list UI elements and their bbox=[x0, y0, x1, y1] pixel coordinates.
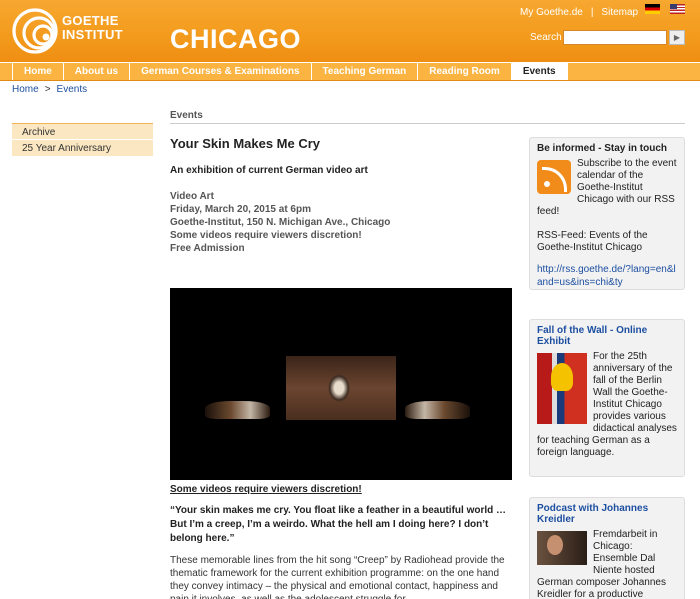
event-subtitle: An exhibition of current German video ar… bbox=[170, 165, 368, 176]
search-input[interactable] bbox=[563, 30, 667, 45]
my-goethe-link[interactable]: My Goethe.de bbox=[520, 7, 583, 18]
divider bbox=[170, 123, 685, 124]
event-category: Video Art bbox=[170, 191, 214, 202]
nav-reading-room[interactable]: Reading Room bbox=[418, 63, 512, 80]
rss-icon[interactable] bbox=[537, 160, 571, 194]
sidebar-item-25-year-anniversary[interactable]: 25 Year Anniversary bbox=[12, 140, 153, 157]
breadcrumb-home[interactable]: Home bbox=[12, 84, 39, 95]
nav-german-courses[interactable]: German Courses & Examinations bbox=[130, 63, 312, 80]
video-left-panel bbox=[205, 401, 270, 419]
fall-of-wall-thumbnail[interactable] bbox=[537, 353, 587, 424]
event-title: Your Skin Makes Me Cry bbox=[170, 136, 321, 151]
search-label: Search bbox=[530, 32, 562, 43]
fall-of-wall-box: Fall of the Wall - Online Exhibit For th… bbox=[529, 319, 685, 477]
event-date: Friday, March 20, 2015 at 6pm bbox=[170, 204, 311, 215]
breadcrumb-events[interactable]: Events bbox=[57, 84, 88, 95]
event-meta: Video Art Friday, March 20, 2015 at 6pm … bbox=[170, 190, 515, 255]
discretion-link[interactable]: Some videos require viewers discretion! bbox=[170, 484, 362, 495]
event-location: Goethe-Institut, 150 N. Michigan Ave., C… bbox=[170, 217, 391, 228]
breadcrumb-separator: > bbox=[44, 84, 51, 95]
podcast-thumbnail[interactable] bbox=[537, 531, 587, 565]
nav-events[interactable]: Events bbox=[511, 63, 568, 80]
video-still-image bbox=[170, 288, 512, 480]
video-center-panel bbox=[286, 356, 396, 420]
rss-feed-link[interactable]: http://rss.goethe.de/?lang=en&land=us&in… bbox=[537, 264, 676, 288]
event-description: These memorable lines from the hit song … bbox=[170, 555, 505, 599]
sidebar-item-archive[interactable]: Archive bbox=[12, 123, 153, 140]
sitemap-link[interactable]: Sitemap bbox=[601, 7, 638, 18]
rss-feed-label: RSS-Feed: Events of the Goethe-Institut … bbox=[537, 230, 648, 253]
section-title: Events bbox=[170, 110, 203, 121]
nav-home[interactable]: Home bbox=[12, 63, 64, 80]
event-content: Your Skin Makes Me Cry An exhibition of … bbox=[170, 136, 515, 599]
event-admission: Free Admission bbox=[170, 243, 245, 254]
video-right-panel bbox=[405, 401, 470, 419]
breadcrumb: Home > Events bbox=[12, 84, 87, 95]
stay-in-touch-title: Be informed - Stay in touch bbox=[537, 143, 668, 154]
fall-of-wall-title[interactable]: Fall of the Wall - Online Exhibit bbox=[537, 325, 677, 347]
us-flag-icon[interactable] bbox=[670, 4, 685, 14]
nav-about-us[interactable]: About us bbox=[64, 63, 131, 80]
divider: | bbox=[590, 6, 594, 18]
sidebar: Archive 25 Year Anniversary bbox=[12, 123, 153, 157]
stay-in-touch-box: Be informed - Stay in touch Subscribe to… bbox=[529, 137, 685, 290]
nav-teaching-german[interactable]: Teaching German bbox=[312, 63, 419, 80]
search-go-button[interactable]: ▶ bbox=[669, 30, 685, 45]
city-title: CHICAGO bbox=[170, 24, 301, 54]
event-quote: “Your skin makes me cry. You float like … bbox=[170, 505, 507, 544]
logo-text[interactable]: GOETHE INSTITUT bbox=[62, 14, 123, 42]
podcast-title[interactable]: Podcast with Johannes Kreidler bbox=[537, 503, 677, 525]
german-flag-icon[interactable] bbox=[645, 4, 660, 14]
goethe-logo-icon[interactable] bbox=[12, 8, 58, 54]
rss-feed-wrapper: http://rss.goethe.de/?lang=en&land=us&in… bbox=[537, 263, 677, 289]
header: GOETHE INSTITUT CHICAGO My Goethe.de | S… bbox=[0, 0, 700, 62]
main-nav: Home About us German Courses & Examinati… bbox=[0, 62, 700, 81]
podcast-box: Podcast with Johannes Kreidler Fremdarbe… bbox=[529, 497, 685, 599]
top-links: My Goethe.de | Sitemap bbox=[520, 5, 638, 19]
event-warning: Some videos require viewers discretion! bbox=[170, 230, 362, 241]
